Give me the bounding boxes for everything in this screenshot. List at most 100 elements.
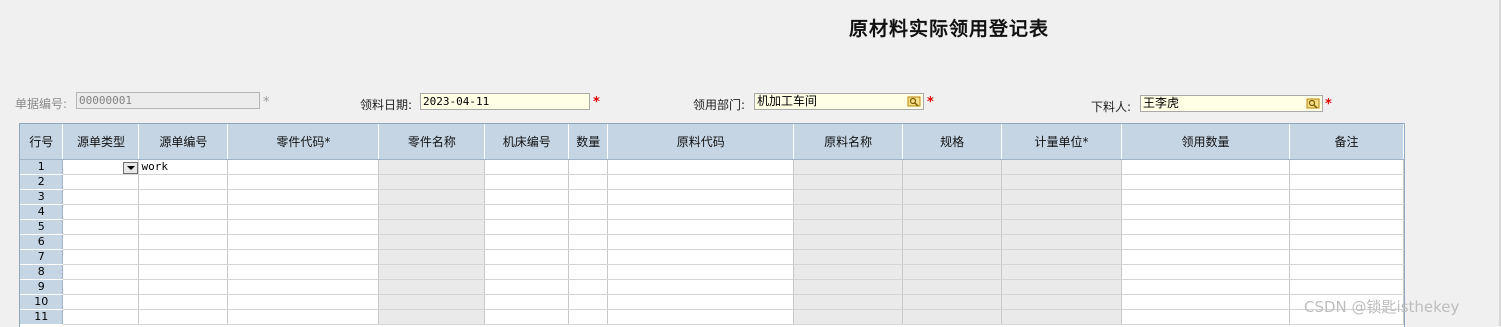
grid-cell[interactable] [62, 249, 140, 265]
column-header[interactable]: 原料代码 [607, 124, 795, 160]
grid-cell[interactable] [227, 249, 380, 265]
grid-cell[interactable] [62, 264, 140, 280]
grid-cell[interactable] [607, 174, 795, 190]
grid-cell[interactable] [62, 234, 140, 250]
grid-cell[interactable] [1121, 234, 1290, 250]
table-row[interactable]: 6 [20, 234, 1404, 250]
grid-cell[interactable] [484, 234, 570, 250]
grid-cell[interactable] [1121, 249, 1290, 265]
column-header[interactable]: 备注 [1289, 124, 1404, 160]
lookup-icon[interactable] [907, 95, 921, 108]
grid-cell[interactable] [568, 159, 609, 175]
grid-cell[interactable] [607, 264, 795, 280]
grid-cell[interactable] [62, 174, 140, 190]
grid-cell[interactable] [607, 279, 795, 295]
grid-cell[interactable] [1289, 234, 1404, 250]
grid-cell[interactable] [1289, 204, 1404, 220]
column-header[interactable]: 原料名称 [793, 124, 904, 160]
column-header[interactable]: 源单编号 [138, 124, 229, 160]
grid-cell[interactable] [1289, 279, 1404, 295]
column-header[interactable]: 机床编号 [484, 124, 570, 160]
grid-cell[interactable] [607, 234, 795, 250]
grid-cell[interactable] [1121, 204, 1290, 220]
column-header[interactable]: 零件名称 [378, 124, 486, 160]
grid-cell[interactable] [484, 219, 570, 235]
grid-cell[interactable] [607, 204, 795, 220]
grid-cell[interactable] [1121, 309, 1290, 325]
grid-cell[interactable] [227, 264, 380, 280]
grid-cell[interactable] [484, 189, 570, 205]
column-header[interactable]: 源单类型 [62, 124, 140, 160]
grid-cell[interactable] [62, 309, 140, 325]
grid-cell[interactable] [1289, 264, 1404, 280]
grid-cell[interactable] [62, 219, 140, 235]
date-field[interactable]: 2023-04-11 [420, 93, 590, 110]
source-no-cell[interactable] [138, 249, 229, 265]
grid-cell[interactable] [62, 159, 140, 175]
grid-cell[interactable] [607, 189, 795, 205]
grid-cell[interactable] [227, 189, 380, 205]
grid-cell[interactable] [62, 189, 140, 205]
grid-cell[interactable] [568, 264, 609, 280]
grid-cell[interactable] [607, 219, 795, 235]
source-no-cell[interactable]: work [138, 159, 229, 175]
column-header[interactable]: 计量单位* [1001, 124, 1123, 160]
column-header[interactable]: 领用数量 [1121, 124, 1290, 160]
grid-cell[interactable] [484, 249, 570, 265]
grid-cell[interactable] [227, 159, 380, 175]
grid-cell[interactable] [484, 279, 570, 295]
grid-cell[interactable] [607, 294, 795, 310]
grid-cell[interactable] [1121, 264, 1290, 280]
grid-cell[interactable] [568, 174, 609, 190]
grid-cell[interactable] [227, 219, 380, 235]
grid-cell[interactable] [484, 264, 570, 280]
lookup-icon[interactable] [1306, 97, 1320, 110]
grid-cell[interactable] [568, 249, 609, 265]
grid-cell[interactable] [227, 234, 380, 250]
grid-cell[interactable] [484, 309, 570, 325]
table-row[interactable]: 5 [20, 219, 1404, 235]
table-row[interactable]: 4 [20, 204, 1404, 220]
grid-cell[interactable] [568, 204, 609, 220]
dropdown-arrow-icon[interactable] [123, 161, 138, 174]
grid-cell[interactable] [1289, 219, 1404, 235]
source-no-cell[interactable] [138, 264, 229, 280]
table-row[interactable]: 9 [20, 279, 1404, 295]
table-row[interactable]: 10 [20, 294, 1404, 310]
source-no-cell[interactable] [138, 189, 229, 205]
source-no-cell[interactable] [138, 219, 229, 235]
source-no-cell[interactable] [138, 279, 229, 295]
column-header[interactable]: 行号 [20, 124, 64, 160]
grid-cell[interactable] [607, 249, 795, 265]
grid-cell[interactable] [607, 159, 795, 175]
table-row[interactable]: 7 [20, 249, 1404, 265]
column-header[interactable]: 数量 [568, 124, 609, 160]
grid-cell[interactable] [568, 294, 609, 310]
grid-cell[interactable] [568, 279, 609, 295]
grid-cell[interactable] [1121, 159, 1290, 175]
grid-cell[interactable] [1121, 174, 1290, 190]
table-row[interactable]: 8 [20, 264, 1404, 280]
table-row[interactable]: 11 [20, 309, 1404, 325]
table-row[interactable]: 1 work [20, 159, 1404, 175]
table-row[interactable]: 2 [20, 174, 1404, 190]
grid-cell[interactable] [227, 204, 380, 220]
source-no-cell[interactable] [138, 234, 229, 250]
column-header[interactable]: 规格 [902, 124, 1003, 160]
grid-cell[interactable] [62, 294, 140, 310]
grid-cell[interactable] [568, 189, 609, 205]
grid-cell[interactable] [1121, 219, 1290, 235]
grid-cell[interactable] [484, 159, 570, 175]
grid-cell[interactable] [568, 219, 609, 235]
grid-cell[interactable] [484, 294, 570, 310]
grid-cell[interactable] [227, 279, 380, 295]
grid-cell[interactable] [568, 309, 609, 325]
grid-cell[interactable] [607, 309, 795, 325]
grid-cell[interactable] [62, 204, 140, 220]
grid-cell[interactable] [484, 204, 570, 220]
entry-grid[interactable]: 行号 源单类型 源单编号 零件代码* 零件名称 机床编号 数量 原料代码 原料名称 规格 计量单位*… [19, 123, 1405, 327]
grid-cell[interactable] [1289, 174, 1404, 190]
grid-cell[interactable] [1121, 189, 1290, 205]
grid-cell[interactable] [1121, 279, 1290, 295]
source-no-cell[interactable] [138, 174, 229, 190]
